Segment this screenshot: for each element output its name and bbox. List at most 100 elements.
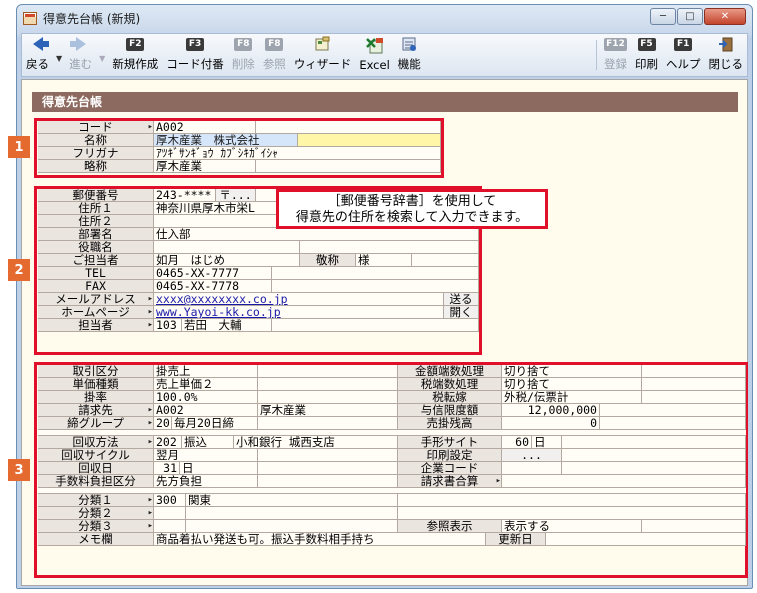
print-settings-label: 印刷設定 [398,449,502,462]
print-settings-button[interactable]: ... [502,449,562,462]
name-label: 名称 [38,134,154,147]
forward-arrow-icon [69,37,86,51]
memo-input[interactable]: 商品着払い発送も可。振込手数料相手持ち [154,533,486,546]
amount-rounding-select[interactable]: 切り捨て [502,365,642,378]
badge-3: 3 [8,459,30,481]
department-label: 部署名 [38,228,154,241]
badge-2: 2 [8,259,30,281]
send-mail-button[interactable]: 送る [444,293,479,306]
bill-to-name: 厚木産業 [258,404,398,417]
furigana-input[interactable]: ｱﾂｷﾞｻﾝｷﾞｮｳ ｶﾌﾞｼｷｶﾞｲｼｬ [154,147,441,160]
company-code-input[interactable] [502,462,562,475]
help-label: ヘルプ [666,57,701,71]
fax-input[interactable]: 0465-XX-7778 [154,280,272,293]
bill-to-code-input[interactable]: A002 [154,404,258,417]
honorific-label: 敬称 [300,254,356,267]
print-label: 印刷 [635,57,658,71]
fee-burden-select[interactable]: 先方負担 [154,475,258,488]
excel-button[interactable]: Excel [355,34,393,76]
amount-rounding-label: 金額端数処理 [398,365,502,378]
email-link[interactable]: xxxx@xxxxxxxx.co.jp [154,293,444,306]
wizard-button[interactable]: ウィザード [290,34,356,76]
updated-date-label: 更新日 [486,533,546,546]
features-button[interactable]: 機能 [394,34,425,76]
short-name-input[interactable]: 厚木産業 [154,160,256,173]
rate-input[interactable]: 100.0% [154,391,258,404]
close-button[interactable]: 閉じる [705,34,748,76]
delete-button[interactable]: F8 削除 [228,34,259,76]
rate-label: 掛率 [38,391,154,404]
collection-cycle-label: 回収サイクル [38,449,154,462]
maximize-button[interactable]: □ [677,8,703,25]
wizard-label: ウィザード [293,57,352,71]
class1-code-input[interactable]: 300 [154,494,186,507]
reference-display-select[interactable]: 表示する [502,520,642,533]
f2-key-icon: F2 [126,37,145,51]
homepage-link[interactable]: www.Yayoi-kk.co.jp [154,306,444,319]
f8-key-icon: F8 [265,37,284,51]
collection-method-label: 回収方法 [38,436,154,449]
price-type-label: 単価種類 [38,378,154,391]
bill-site-unit: 日 [532,436,562,449]
department-input[interactable]: 仕入部 [154,228,479,241]
collection-method-code-input[interactable]: 202 [154,436,182,449]
invoice-merge-value[interactable] [502,475,746,488]
back-button[interactable]: 戻る [22,34,53,76]
zip-input[interactable]: 243-**** [154,189,216,202]
f1-key-icon: F1 [674,37,693,51]
f5-key-icon: F5 [637,37,656,51]
job-title-input[interactable] [154,241,300,254]
address2-label: 住所２ [38,215,154,228]
code-assign-button[interactable]: F3 コード付番 [162,34,228,76]
print-button[interactable]: F5 印刷 [631,34,662,76]
staff-name: 若田 大輔 [182,319,272,332]
register-button[interactable]: F12 登録 [600,34,631,76]
furigana-label: フリガナ [38,147,154,160]
close-window-button[interactable]: ✕ [704,8,746,25]
help-button[interactable]: F1 ヘルプ [662,34,705,76]
receivable-balance-label: 売掛残高 [398,417,502,430]
forward-dropdown-icon[interactable]: ▼ [96,54,108,63]
memo-label: メモ欄 [38,533,154,546]
collection-day-unit: 日 [180,462,258,475]
staff-code-input[interactable]: 103 [154,319,182,332]
forward-button[interactable]: 進む [65,34,96,76]
title-bar: 得意先台帳 (新規) ─ □ ✕ [17,5,752,32]
transaction-grid: 取引区分 掛売上 金額端数処理 切り捨て 単価種類 売上単価２ 税端数処理 切り… [38,365,746,546]
trade-type-select[interactable]: 掛売上 [154,365,258,378]
new-button[interactable]: F2 新規作成 [108,34,162,76]
back-dropdown-icon[interactable]: ▼ [53,54,65,63]
features-label: 機能 [397,57,421,71]
class2-code-input[interactable] [154,507,186,520]
badge-1: 1 [8,136,30,158]
staff-label: 担当者 [38,319,154,332]
section-header: 得意先台帳 [32,92,738,112]
collection-cycle-select[interactable]: 翌月 [154,449,258,462]
minimize-button[interactable]: ─ [650,8,676,25]
back-label: 戻る [26,57,49,71]
company-code-label: 企業コード [398,462,502,475]
code-label: コード [38,121,154,134]
name-input[interactable]: 厚木産業 株式会社 [154,134,298,147]
close-group-code-input[interactable]: 20 [154,417,172,430]
zip-lookup-button[interactable]: 〒... [216,189,256,202]
code-input[interactable]: A002 [154,121,256,134]
contact-input[interactable]: 如月 はじめ [154,254,300,267]
class3-code-input[interactable] [154,520,186,533]
tax-rounding-select[interactable]: 切り捨て [502,378,642,391]
delete-label: 削除 [231,57,255,71]
bill-site-input[interactable]: 60 [502,436,532,449]
trade-type-label: 取引区分 [38,365,154,378]
tel-input[interactable]: 0465-XX-7777 [154,267,272,280]
honorific-input[interactable]: 様 [356,254,412,267]
collection-day-input[interactable]: 31 [154,462,180,475]
credit-limit-input[interactable]: 12,000,000 [502,404,600,417]
zip-label: 郵便番号 [38,189,154,202]
excel-label: Excel [359,58,390,72]
price-type-select[interactable]: 売上単価２ [154,378,258,391]
close-door-icon [718,37,733,52]
tax-transfer-select[interactable]: 外税/伝票計 [502,391,642,404]
reference-display-label: 参照表示 [398,520,502,533]
open-homepage-button[interactable]: 開く [444,306,479,319]
reference-button[interactable]: F8 参照 [259,34,290,76]
